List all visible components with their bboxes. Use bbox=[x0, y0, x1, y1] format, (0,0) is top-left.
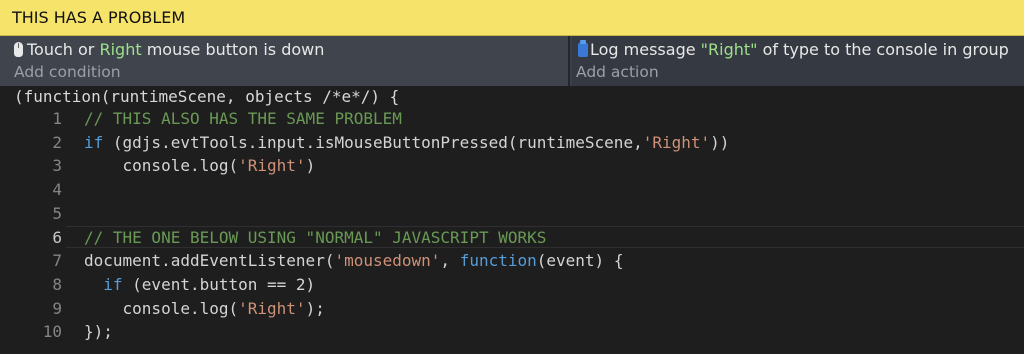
code-token: if bbox=[84, 132, 104, 152]
code-line[interactable]: document.addEventListener('mousedown', f… bbox=[84, 251, 623, 270]
code-token: , bbox=[440, 251, 460, 271]
add-action-button[interactable]: Add action bbox=[576, 63, 659, 81]
action-param-message[interactable]: "Right" bbox=[701, 40, 758, 59]
event-row: Touch or Right mouse button is down Add … bbox=[0, 36, 1024, 86]
code-line[interactable]: console.log('Right') bbox=[84, 156, 316, 176]
code-token: console.log( bbox=[84, 298, 239, 318]
action-item[interactable]: Log message "Right" of type to the conso… bbox=[578, 40, 1009, 59]
line-number: 1 bbox=[52, 109, 62, 128]
js-code-event[interactable]: (function(runtimeScene, objects /*e*/) {… bbox=[0, 86, 1024, 354]
action-text-pre: Log message bbox=[590, 40, 701, 59]
code-token: ); bbox=[305, 298, 325, 318]
code-token: function bbox=[459, 251, 537, 271]
code-token: ) bbox=[305, 156, 316, 176]
code-line[interactable]: if (event.button == 2) bbox=[84, 275, 315, 294]
code-line[interactable]: console.log('Right'); bbox=[84, 299, 325, 318]
code-token: (event) { bbox=[536, 251, 624, 271]
action-text-post: of type to the console in group bbox=[757, 40, 1009, 59]
condition-param-button[interactable]: Right bbox=[99, 40, 141, 59]
actions-column: Log message "Right" of type to the conso… bbox=[572, 36, 1024, 86]
condition-text-post: mouse button is down bbox=[141, 40, 325, 59]
line-number: 7 bbox=[52, 251, 62, 271]
add-condition-button[interactable]: Add condition bbox=[14, 63, 121, 81]
line-number: 9 bbox=[52, 298, 62, 318]
code-line[interactable]: // THIS ALSO HAS THE SAME PROBLEM bbox=[84, 109, 402, 128]
code-token: console.log( bbox=[84, 156, 239, 176]
code-token: // THE ONE BELOW USING "NORMAL" JAVASCRI… bbox=[84, 227, 547, 247]
code-token: // THIS ALSO HAS THE SAME PROBLEM bbox=[84, 109, 402, 128]
code-token: 'Right' bbox=[238, 156, 306, 176]
code-line[interactable]: }); bbox=[84, 322, 113, 341]
line-number: 3 bbox=[52, 156, 62, 176]
line-number: 8 bbox=[52, 274, 62, 294]
line-number: 6 bbox=[52, 227, 62, 247]
line-number: 5 bbox=[52, 203, 62, 223]
comment-text: THIS HAS A PROBLEM bbox=[12, 8, 186, 27]
code-token: 'Right' bbox=[238, 298, 306, 318]
code-token: (gdjs.evtTools.input.isMouseButtonPresse… bbox=[103, 132, 643, 152]
code-token: )) bbox=[710, 132, 730, 152]
code-token: (event.button == 2) bbox=[122, 274, 316, 294]
log-icon bbox=[578, 40, 588, 57]
code-token: document.addEventListener( bbox=[84, 251, 335, 271]
code-token: }); bbox=[84, 322, 113, 342]
code-line[interactable]: if (gdjs.evtTools.input.isMouseButtonPre… bbox=[84, 133, 729, 152]
condition-item[interactable]: Touch or Right mouse button is down bbox=[14, 40, 324, 59]
mouse-icon bbox=[14, 42, 23, 57]
code-token: 'mousedown' bbox=[334, 251, 441, 271]
line-number: 10 bbox=[42, 322, 62, 342]
code-token: if bbox=[103, 274, 123, 294]
code-header: (function(runtimeScene, objects /*e*/) { bbox=[14, 87, 400, 106]
line-number: 4 bbox=[52, 180, 62, 200]
code-line[interactable]: // THE ONE BELOW USING "NORMAL" JAVASCRI… bbox=[84, 228, 546, 247]
code-token: 'Right' bbox=[642, 132, 711, 152]
condition-text-pre: Touch or bbox=[27, 40, 100, 59]
conditions-column: Touch or Right mouse button is down Add … bbox=[0, 36, 570, 86]
line-number: 2 bbox=[52, 132, 62, 152]
event-comment[interactable]: THIS HAS A PROBLEM bbox=[0, 0, 1024, 36]
